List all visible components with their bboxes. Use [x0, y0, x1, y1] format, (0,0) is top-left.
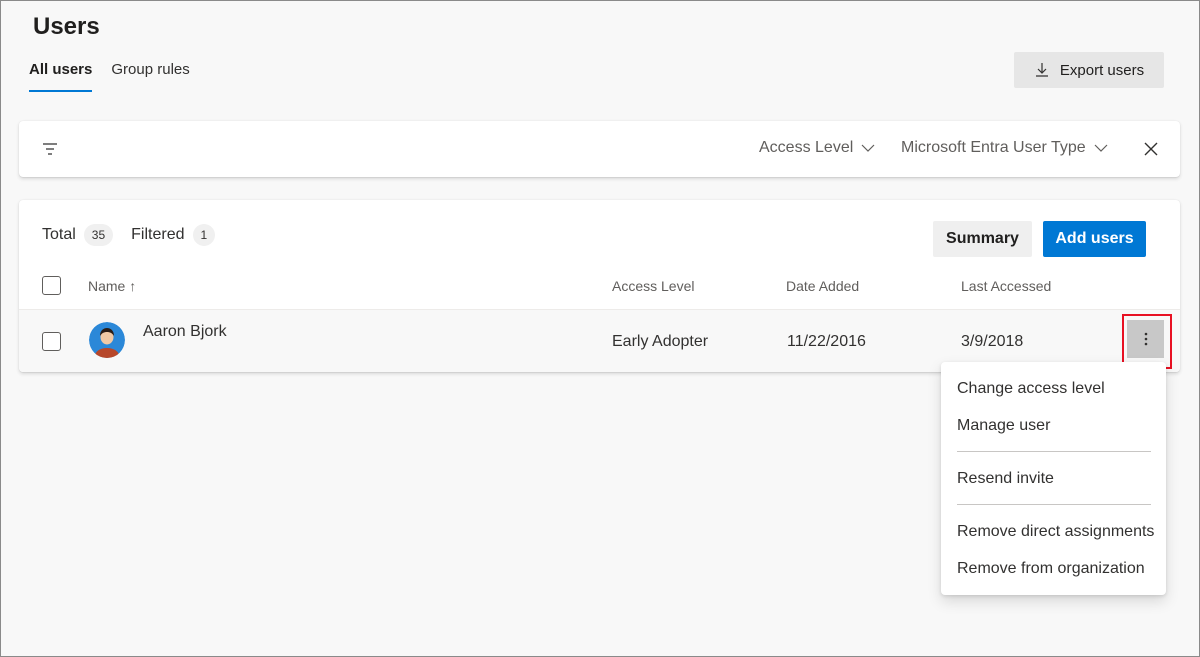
menu-divider [957, 504, 1151, 505]
chevron-down-icon [1094, 144, 1108, 152]
access-level-dropdown-label: Access Level [759, 139, 854, 156]
context-menu: Change access level Manage user Resend i… [941, 362, 1166, 595]
filtered-count-badge: 1 [192, 224, 216, 246]
filter-bar: Access Level Microsoft Entra User Type [19, 121, 1180, 177]
menu-divider [957, 451, 1151, 452]
export-users-button[interactable]: Export users [1014, 52, 1164, 88]
add-users-button[interactable]: Add users [1043, 221, 1146, 257]
total-count-badge: 35 [83, 224, 114, 246]
close-icon[interactable] [1143, 141, 1159, 157]
download-icon [1035, 63, 1048, 77]
user-counts: Total 35 Filtered 1 [42, 224, 216, 246]
summary-button[interactable]: Summary [933, 221, 1032, 257]
highlight-box [1122, 314, 1172, 369]
menu-item-resend-invite[interactable]: Resend invite [957, 470, 1054, 488]
chevron-down-icon [861, 144, 875, 152]
column-header-name[interactable]: Name ↑ [88, 278, 136, 294]
user-type-dropdown-label: Microsoft Entra User Type [901, 139, 1086, 156]
tab-group-rules[interactable]: Group rules [111, 61, 189, 92]
tab-all-users[interactable]: All users [29, 61, 93, 92]
user-type-dropdown[interactable]: Microsoft Entra User Type [901, 139, 1108, 157]
filter-icon[interactable] [42, 142, 58, 156]
menu-item-change-access-level[interactable]: Change access level [957, 380, 1105, 398]
user-last-accessed: 3/9/2018 [961, 333, 1024, 350]
export-users-label: Export users [1059, 61, 1145, 79]
column-header-last-accessed[interactable]: Last Accessed [961, 278, 1051, 294]
menu-item-remove-direct-assignments[interactable]: Remove direct assignments [957, 523, 1154, 541]
app-frame: Users All users Group rules Export users… [0, 0, 1200, 657]
user-name[interactable]: Aaron Bjork [143, 323, 227, 341]
page-title: Users [33, 13, 100, 40]
avatar [89, 322, 125, 358]
filtered-label: Filtered [131, 226, 185, 243]
user-date-added: 11/22/2016 [787, 333, 866, 350]
menu-item-manage-user[interactable]: Manage user [957, 417, 1050, 435]
users-card: Total 35 Filtered 1 Summary Add users Na… [19, 200, 1180, 372]
menu-item-remove-from-organization[interactable]: Remove from organization [957, 560, 1145, 578]
column-header-date-added[interactable]: Date Added [786, 278, 859, 294]
select-all-checkbox[interactable] [42, 276, 61, 295]
user-access-level: Early Adopter [612, 333, 709, 350]
column-header-access-level[interactable]: Access Level [612, 278, 694, 294]
access-level-dropdown[interactable]: Access Level [759, 139, 875, 157]
total-label: Total [42, 226, 76, 243]
tab-bar: All users Group rules [29, 61, 190, 92]
row-checkbox[interactable] [42, 332, 61, 351]
